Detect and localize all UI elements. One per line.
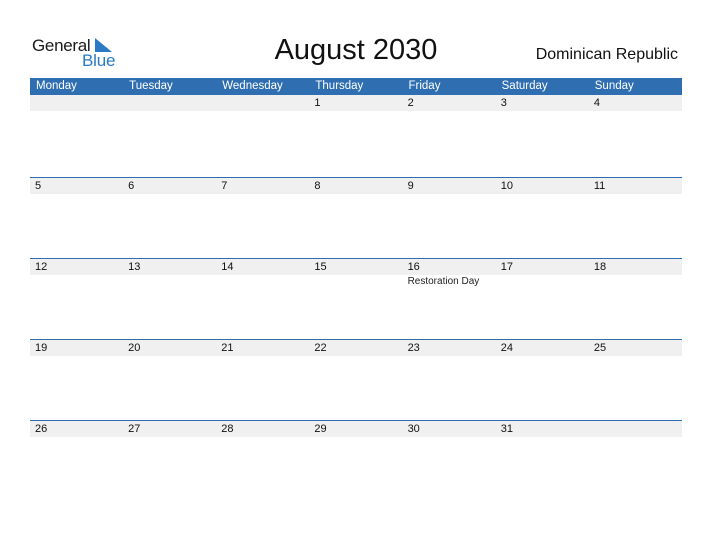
day-number: 25 <box>593 342 607 354</box>
day-number: 11 <box>593 180 606 192</box>
day-cell: 13 <box>123 259 216 338</box>
day-number: 18 <box>593 261 607 273</box>
day-cell: 1 <box>309 95 402 174</box>
day-cell: 29 <box>309 421 402 500</box>
day-number: 8 <box>314 180 321 192</box>
day-cell: 2 <box>403 95 496 174</box>
weekday-header: Monday Tuesday Wednesday Thursday Friday… <box>30 78 682 95</box>
day-cell: 7 <box>216 178 309 257</box>
weekday-tuesday: Tuesday <box>129 80 173 92</box>
day-number: 3 <box>500 97 507 109</box>
day-number: 24 <box>500 342 513 354</box>
day-cell <box>216 95 309 174</box>
weekday-monday: Monday <box>36 80 77 92</box>
day-cell: 11 <box>589 178 682 257</box>
day-number: 12 <box>35 261 48 273</box>
day-cell: 17 <box>496 259 589 338</box>
day-number: 5 <box>35 180 42 192</box>
weekday-saturday: Saturday <box>501 80 548 92</box>
day-cell: 24 <box>496 340 589 419</box>
weekday-sunday: Sunday <box>594 80 634 92</box>
weekday-friday: Friday <box>408 80 441 92</box>
day-number: 20 <box>128 342 141 354</box>
day-cell: 23 <box>403 340 496 419</box>
week-row: 12 13 14 15 16 Restoration Day 17 18 <box>30 258 682 338</box>
day-number: 9 <box>407 180 414 192</box>
weekday-thursday: Thursday <box>315 80 364 92</box>
day-cell: 4 <box>589 95 682 174</box>
day-cell: 20 <box>123 340 216 419</box>
day-number: 13 <box>128 261 141 273</box>
day-number: 10 <box>500 180 513 192</box>
week-row: 19 20 21 22 23 24 25 <box>30 339 682 419</box>
day-cell: 27 <box>123 421 216 500</box>
day-number: 2 <box>407 97 414 109</box>
day-number: 29 <box>314 423 327 435</box>
day-cell: 14 <box>216 259 309 338</box>
day-number: 6 <box>128 180 135 192</box>
day-number: 14 <box>221 261 234 273</box>
day-cell: 28 <box>216 421 309 500</box>
holiday-label: Restoration Day <box>407 276 480 287</box>
day-number: 22 <box>314 342 327 354</box>
day-cell <box>589 421 682 500</box>
day-number: 30 <box>407 423 420 435</box>
day-number: 1 <box>314 97 321 109</box>
country-label: Dominican Republic <box>535 46 678 63</box>
day-number: 31 <box>500 423 513 435</box>
day-number: 4 <box>593 97 600 109</box>
day-number: 15 <box>314 261 327 273</box>
day-cell <box>30 95 123 174</box>
week-row: 5 6 7 8 9 10 11 <box>30 177 682 257</box>
day-cell: 3 <box>496 95 589 174</box>
day-number: 21 <box>221 342 234 354</box>
day-cell: 12 <box>30 259 123 338</box>
week-row: 1 2 3 4 <box>30 95 682 175</box>
day-number: 7 <box>221 180 228 192</box>
day-cell: 16 Restoration Day <box>403 259 496 338</box>
day-cell: 9 <box>403 178 496 257</box>
day-cell: 6 <box>123 178 216 257</box>
day-cell: 30 <box>403 421 496 500</box>
day-cell: 10 <box>496 178 589 257</box>
day-number: 16 <box>407 261 420 273</box>
day-number: 27 <box>128 423 141 435</box>
day-number: 28 <box>221 423 234 435</box>
day-cell: 26 <box>30 421 123 500</box>
weekday-wednesday: Wednesday <box>222 80 283 92</box>
day-cell <box>123 95 216 174</box>
day-cell: 5 <box>30 178 123 257</box>
day-cell: 31 <box>496 421 589 500</box>
day-number: 17 <box>500 261 513 273</box>
day-cell: 22 <box>309 340 402 419</box>
day-cell: 15 <box>309 259 402 338</box>
week-row: 26 27 28 29 30 31 <box>30 420 682 500</box>
day-cell: 19 <box>30 340 123 419</box>
day-cell: 25 <box>589 340 682 419</box>
day-number: 26 <box>35 423 48 435</box>
day-cell: 21 <box>216 340 309 419</box>
day-number: 23 <box>407 342 420 354</box>
day-number: 19 <box>35 342 48 354</box>
day-cell: 18 <box>589 259 682 338</box>
day-cell: 8 <box>309 178 402 257</box>
